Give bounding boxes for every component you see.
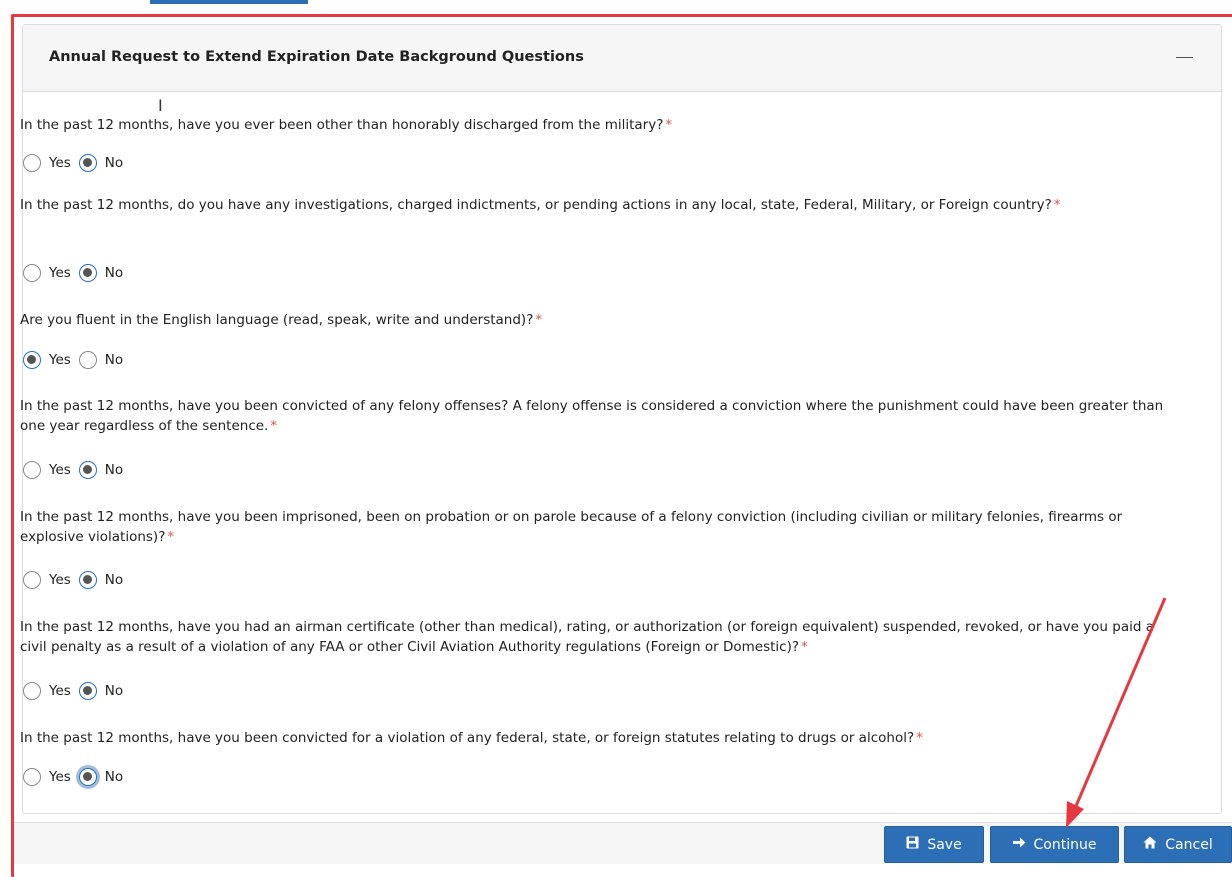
question-3-text: Are you fluent in the English language (… xyxy=(20,312,534,328)
required-marker: * xyxy=(916,730,923,746)
continue-button[interactable]: Continue xyxy=(990,826,1119,863)
q6-yes-radio[interactable] xyxy=(23,682,41,700)
question-5: In the past 12 months, have you been imp… xyxy=(20,507,1170,547)
question-4-options: Yes No xyxy=(23,459,131,481)
question-1: In the past 12 months, have you ever bee… xyxy=(20,115,1170,135)
continue-label: Continue xyxy=(1033,836,1097,853)
question-1-text: In the past 12 months, have you ever bee… xyxy=(20,117,664,133)
question-3-options: Yes No xyxy=(23,349,131,371)
question-6-options: Yes No xyxy=(23,680,131,702)
question-4: In the past 12 months, have you been con… xyxy=(20,396,1170,436)
question-2: In the past 12 months, do you have any i… xyxy=(20,195,1170,215)
save-label: Save xyxy=(927,836,962,853)
question-5-text: In the past 12 months, have you been imp… xyxy=(20,509,1123,545)
q1-yes-label[interactable]: Yes xyxy=(49,155,71,171)
panel-header[interactable]: Annual Request to Extend Expiration Date… xyxy=(23,25,1221,92)
q5-yes-radio[interactable] xyxy=(23,571,41,589)
q4-no-label[interactable]: No xyxy=(105,462,123,478)
question-6: In the past 12 months, have you had an a… xyxy=(20,617,1170,657)
home-icon xyxy=(1143,836,1157,853)
q2-no-radio[interactable] xyxy=(78,264,97,282)
panel-title: Annual Request to Extend Expiration Date… xyxy=(49,49,584,65)
q1-no-label[interactable]: No xyxy=(105,155,123,171)
q7-yes-label[interactable]: Yes xyxy=(49,769,71,785)
q5-no-label[interactable]: No xyxy=(105,572,123,588)
q4-no-radio[interactable] xyxy=(78,461,97,479)
active-tab-indicator xyxy=(150,0,308,4)
question-7: In the past 12 months, have you been con… xyxy=(20,728,1170,748)
question-5-options: Yes No xyxy=(23,569,131,591)
q1-no-radio[interactable] xyxy=(78,154,97,172)
minus-icon[interactable] xyxy=(1176,57,1193,58)
q3-no-radio[interactable] xyxy=(78,351,97,369)
cancel-button[interactable]: Cancel xyxy=(1124,826,1232,863)
question-2-text: In the past 12 months, do you have any i… xyxy=(20,197,1052,213)
question-1-options: Yes No xyxy=(23,152,131,174)
required-marker: * xyxy=(801,639,808,655)
required-marker: * xyxy=(167,529,175,545)
q2-yes-label[interactable]: Yes xyxy=(49,265,71,281)
q7-yes-radio[interactable] xyxy=(23,768,41,786)
cancel-label: Cancel xyxy=(1165,836,1213,853)
q4-yes-radio[interactable] xyxy=(23,461,41,479)
q3-yes-radio[interactable] xyxy=(23,351,41,369)
q7-no-label[interactable]: No xyxy=(105,769,123,785)
q2-yes-radio[interactable] xyxy=(23,264,41,282)
required-marker: * xyxy=(270,418,278,434)
q3-no-label[interactable]: No xyxy=(105,352,123,368)
required-marker: * xyxy=(535,312,543,328)
floppy-disk-icon xyxy=(906,836,919,853)
q6-no-label[interactable]: No xyxy=(105,683,123,699)
question-3: Are you fluent in the English language (… xyxy=(20,310,1170,330)
save-button[interactable]: Save xyxy=(884,826,984,863)
question-2-options: Yes No xyxy=(23,262,131,284)
required-marker: * xyxy=(665,117,673,133)
q5-no-radio[interactable] xyxy=(78,571,97,589)
q6-yes-label[interactable]: Yes xyxy=(49,683,71,699)
required-marker: * xyxy=(1053,197,1061,213)
q2-no-label[interactable]: No xyxy=(105,265,123,281)
q6-no-radio[interactable] xyxy=(78,682,97,700)
question-6-text: In the past 12 months, have you had an a… xyxy=(20,619,1154,655)
question-4-text: In the past 12 months, have you been con… xyxy=(20,398,1164,434)
q4-yes-label[interactable]: Yes xyxy=(49,462,71,478)
arrow-right-icon xyxy=(1012,836,1026,853)
text-cursor-icon: I xyxy=(158,96,163,115)
q7-no-radio[interactable] xyxy=(78,768,97,786)
question-7-options: Yes No xyxy=(23,766,131,788)
q3-yes-label[interactable]: Yes xyxy=(49,352,71,368)
q5-yes-label[interactable]: Yes xyxy=(49,572,71,588)
q1-yes-radio[interactable] xyxy=(23,154,41,172)
question-7-text: In the past 12 months, have you been con… xyxy=(20,730,915,746)
